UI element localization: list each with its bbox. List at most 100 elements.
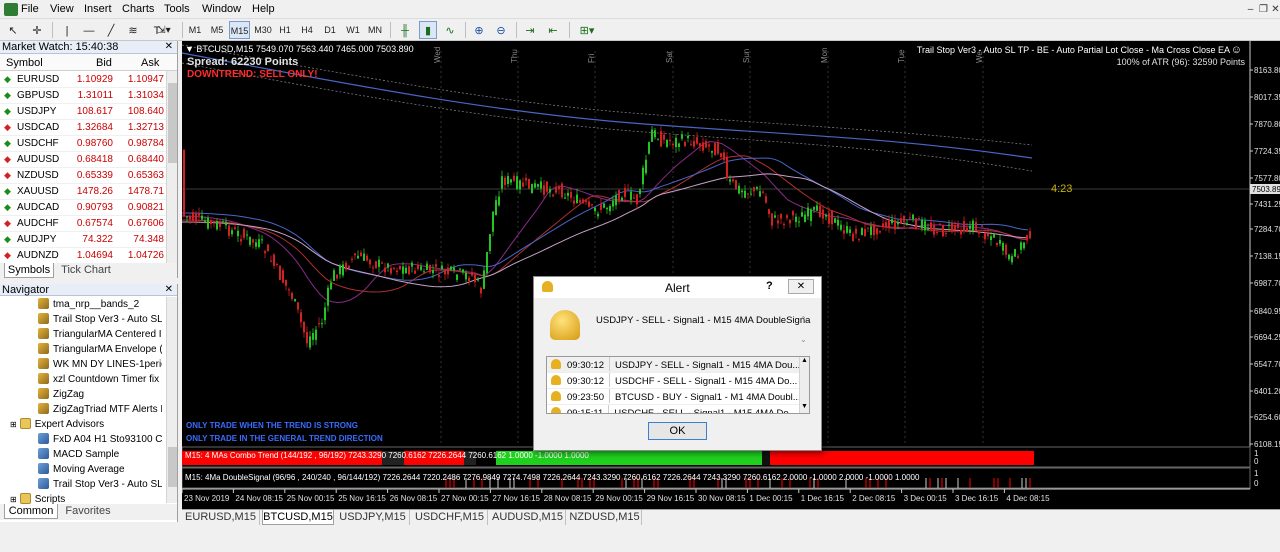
market-watch-row[interactable]: ◆ USDCAD 1.32684 1.32713 [0,120,166,136]
alert-history-row[interactable]: 09:15:11 USDCHF - SELL - Signal1 - M15 4M… [547,405,799,413]
market-watch-row[interactable]: ◆ AUDCHF 0.67574 0.67606 [0,216,166,232]
chart-tab[interactable]: USDCHF,M15 [412,510,488,525]
cursor-icon[interactable]: ↖ [4,21,22,39]
market-watch-row[interactable]: ◆ USDJPY 108.617 108.640 [0,104,166,120]
close-icon[interactable]: ✕ [165,284,173,296]
navigator-item[interactable]: ZigZagTriad MTF Alerts I [0,402,162,417]
vertical-line-icon[interactable]: | [58,21,76,39]
market-watch-row[interactable]: ◆ AUDCAD 0.90793 0.90821 [0,200,166,216]
col-symbol[interactable]: Symbol [6,57,43,69]
candle-body [342,264,344,276]
horizontal-line-icon[interactable]: — [80,21,98,39]
chart-tab[interactable]: AUDUSD,M15 [490,510,566,525]
scroll-thumb[interactable] [168,83,177,163]
zoom-out-icon[interactable]: ⊖ [492,21,510,39]
chevron-up-icon[interactable]: ⌃ [800,315,807,324]
market-watch-row[interactable]: ◆ USDCHF 0.98760 0.98784 [0,136,166,152]
line-chart-icon[interactable]: ∿ [441,21,459,39]
chart-tab[interactable]: EURUSD,M15 [182,510,260,525]
close-icon[interactable]: ✕ [165,41,173,52]
autoscroll-icon[interactable]: ⇥ [521,21,539,39]
close-icon[interactable]: ✕ [788,279,814,294]
alert-history-row[interactable]: 09:23:50 BTCUSD - BUY - Signal1 - M1 4MA … [547,389,801,405]
navigator-item[interactable]: xzl Countdown Timer fix [0,372,162,387]
candlestick-icon[interactable]: ▮ [419,21,437,39]
market-watch-row[interactable]: ◆ AUDNZD 1.04694 1.04726 [0,248,166,264]
indicators-dropdown-icon[interactable]: ⊞▾ [575,21,599,39]
zoom-in-icon[interactable]: ⊕ [470,21,488,39]
timeframe-w1[interactable]: W1 [344,21,362,39]
tab-symbols[interactable]: Symbols [4,263,54,278]
timeframe-h4[interactable]: H4 [299,21,315,39]
tab-tick-chart[interactable]: Tick Chart [58,263,114,278]
menu-charts[interactable]: Charts [122,3,154,15]
navigator-item[interactable]: ⊞ Expert Advisors [0,417,162,432]
expand-icon[interactable]: ⊞ [10,495,17,504]
chart-tab[interactable]: NZDUSD,M15 [568,510,642,525]
close-icon[interactable]: ✕ [1269,3,1280,16]
alert-list-scrollbar[interactable]: ▲ ▼ [799,357,809,413]
chevron-down-icon[interactable]: ⌄ [800,335,807,344]
timeframe-m30[interactable]: M30 [253,21,273,39]
menu-view[interactable]: View [50,3,74,15]
navigator-item[interactable]: tma_nrp__bands_2 [0,297,162,312]
trendline-icon[interactable]: ╱ [102,21,120,39]
timeframe-m5[interactable]: M5 [208,21,226,39]
bid-price: 1.31011 [77,90,113,101]
market-watch-row[interactable]: ◆ NZDUSD 0.65339 0.65363 [0,168,166,184]
col-ask[interactable]: Ask [141,57,159,69]
scroll-down-icon[interactable]: ▼ [801,403,808,410]
menu-tools[interactable]: Tools [164,3,190,15]
navigator-item[interactable]: TriangularMA Centered I [0,327,162,342]
alert-history-list[interactable]: 09:30:12 USDJPY - SELL - Signal1 - M15 4M… [546,356,810,414]
navigator-item[interactable]: Trail Stop Ver3 - Auto SL [0,477,162,492]
candle-body [894,220,896,230]
navigator-title: Navigator ✕ [0,284,177,296]
navigator-item[interactable]: ZigZag [0,387,162,402]
candle-body [237,230,239,237]
col-bid[interactable]: Bid [96,57,112,69]
expand-icon[interactable]: ⊞ [10,420,17,429]
shapes-dropdown-icon[interactable]: ⇲▾ [152,21,176,39]
scroll-up-icon[interactable]: ▲ [801,357,808,364]
chart-shift-icon[interactable]: ⇤ [544,21,562,39]
menu-insert[interactable]: Insert [84,3,112,15]
ok-button[interactable]: OK [648,422,707,440]
navigator-item[interactable]: FxD A04 H1 Sto93100 Cro [0,432,162,447]
scroll-thumb[interactable] [168,447,177,487]
market-watch-row[interactable]: ◆ XAUUSD 1478.26 1478.71 [0,184,166,200]
chart-tab[interactable]: USDJPY,M15 [336,510,410,525]
timeframe-mn[interactable]: MN [366,21,384,39]
timeframe-d1[interactable]: D1 [322,21,338,39]
menu-file[interactable]: File [21,3,39,15]
alert-history-row[interactable]: 09:30:12 USDJPY - SELL - Signal1 - M15 4M… [547,357,800,373]
navigator-item[interactable]: TriangularMA Envelope ( [0,342,162,357]
market-watch-row[interactable]: ◆ AUDJPY 74.322 74.348 [0,232,166,248]
market-watch-row[interactable]: ◆ GBPUSD 1.31011 1.31034 [0,88,166,104]
help-icon[interactable]: ? [766,280,773,292]
alert-history-row[interactable]: 09:30:12 USDCHF - SELL - Signal1 - M15 4M… [547,373,799,389]
minimize-icon[interactable]: – [1244,3,1257,16]
market-watch-row[interactable]: ◆ AUDUSD 0.68418 0.68440 [0,152,166,168]
navigator-item[interactable]: WK MN DY LINES-1perio [0,357,162,372]
navigator-scrollbar[interactable] [166,297,177,503]
tab-common[interactable]: Common [4,504,58,519]
tab-favorites[interactable]: Favorites [62,504,114,519]
menu-window[interactable]: Window [202,3,241,15]
crosshair-icon[interactable]: ✛ [28,21,46,39]
market-watch-row[interactable]: ◆ EURUSD 1.10929 1.10947 [0,72,166,88]
navigator-item[interactable]: Trail Stop Ver3 - Auto SL [0,312,162,327]
timeframe-m1[interactable]: M1 [186,21,204,39]
timeframe-m15[interactable]: M15 [229,21,250,39]
symbol-name: AUDCAD [17,202,60,213]
navigator-item[interactable]: MACD Sample [0,447,162,462]
timeframe-h1[interactable]: H1 [277,21,293,39]
bar-chart-icon[interactable]: ╫ [396,21,414,39]
channel-icon[interactable]: ≋ [124,21,142,39]
menu-help[interactable]: Help [252,3,275,15]
navigator-item[interactable]: Moving Average [0,462,162,477]
candle-body [693,141,695,147]
market-watch-scrollbar[interactable] [166,71,177,263]
chart-tab[interactable]: BTCUSD,M15 [262,510,334,525]
candle-body [300,312,302,323]
